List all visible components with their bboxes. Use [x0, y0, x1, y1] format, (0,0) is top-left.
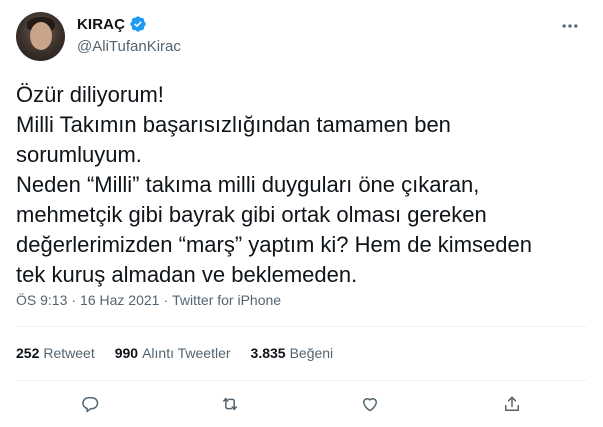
retweet-count-number: 252	[16, 345, 40, 361]
meta-separator: ·	[163, 292, 169, 308]
tweet-line: tek kuruş almadan ve beklemeden.	[16, 262, 358, 287]
more-dots-icon	[562, 24, 578, 28]
quote-count-number: 990	[114, 345, 139, 361]
divider	[16, 326, 587, 327]
tweet-date[interactable]: 16 Haz 2021	[80, 292, 159, 308]
quote-count-label: Alıntı Tweetler	[142, 345, 231, 361]
verified-badge-icon	[129, 15, 147, 33]
tweet-source[interactable]: Twitter for iPhone	[172, 292, 281, 308]
tweet-line: sorumluyum.	[16, 142, 142, 167]
author-display-name[interactable]: KIRAÇ	[77, 16, 125, 33]
avatar[interactable]	[16, 12, 65, 61]
retweet-count-label: Retweet	[43, 345, 95, 361]
retweet-button[interactable]	[216, 390, 244, 418]
quote-count[interactable]: 990 Alıntı Tweetler	[115, 345, 231, 361]
avatar-face	[30, 22, 52, 50]
author-name-row: KIRAÇ	[77, 15, 147, 33]
share-icon	[505, 396, 519, 411]
retweet-count[interactable]: 252 Retweet	[16, 345, 95, 361]
tweet-line: mehmetçik gibi bayrak gibi ortak olması …	[16, 202, 487, 227]
reply-button[interactable]	[76, 390, 104, 418]
tweet-line: Neden “Milli” takıma milli duyguları öne…	[16, 172, 480, 197]
tweet-actions	[0, 390, 603, 418]
reply-icon	[82, 397, 99, 413]
tweet-line: Özür diliyorum!	[16, 82, 164, 107]
meta-separator: ·	[71, 292, 77, 308]
retweet-icon	[223, 397, 237, 411]
share-button[interactable]	[498, 390, 526, 418]
author-handle[interactable]: @AliTufanKirac	[77, 38, 181, 55]
tweet-line: değerlerimizden “marş” yaptım ki? Hem de…	[16, 232, 532, 257]
tweet-card: KIRAÇ @AliTufanKirac Özür diliyorum! Mil…	[0, 0, 603, 427]
tweet-line: Milli Takımın başarısızlığından tamamen …	[16, 112, 451, 137]
divider	[16, 380, 587, 381]
like-count-number: 3.835	[250, 345, 286, 361]
tweet-meta: ÖS 9:13 · 16 Haz 2021 · Twitter for iPho…	[16, 292, 281, 308]
like-count-label: Beğeni	[289, 345, 334, 361]
tweet-text: Özür diliyorum! Milli Takımın başarısızl…	[16, 80, 576, 290]
tweet-stats: 252 Retweet 990 Alıntı Tweetler 3.835 Be…	[16, 345, 353, 361]
heart-icon	[363, 398, 377, 412]
tweet-time[interactable]: ÖS 9:13	[16, 292, 67, 308]
like-count[interactable]: 3.835 Beğeni	[251, 345, 334, 361]
like-button[interactable]	[356, 390, 384, 418]
more-options-button[interactable]	[558, 16, 582, 36]
